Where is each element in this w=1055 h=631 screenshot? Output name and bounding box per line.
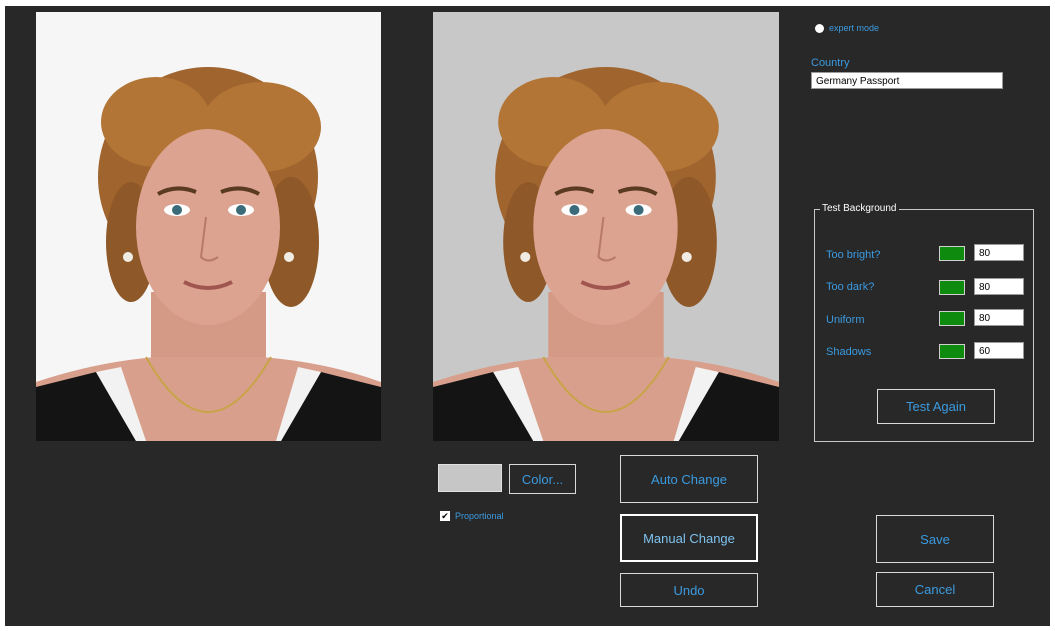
proportional-checkbox[interactable]: ✔ Proportional xyxy=(440,511,504,521)
country-field[interactable]: Germany Passport xyxy=(811,72,1003,89)
proportional-label: Proportional xyxy=(455,511,504,521)
shadows-threshold-input[interactable]: 60 xyxy=(974,342,1024,359)
checkbox-icon[interactable]: ✔ xyxy=(440,511,450,521)
shadows-label: Shadows xyxy=(826,346,872,358)
too-dark-threshold-input[interactable]: 80 xyxy=(974,278,1024,295)
undo-button[interactable]: Undo xyxy=(620,573,758,607)
country-label: Country xyxy=(811,57,850,69)
radio-icon[interactable] xyxy=(815,23,824,33)
manual-change-button[interactable]: Manual Change xyxy=(620,514,758,562)
cancel-button[interactable]: Cancel xyxy=(876,572,994,607)
uniform-label: Uniform xyxy=(826,314,865,326)
uniform-status-indicator xyxy=(939,311,965,326)
too-bright-label: Too bright? xyxy=(826,249,881,261)
too-bright-status-indicator xyxy=(939,246,965,261)
app-window: expert mode Country Germany Passport Tes… xyxy=(5,6,1050,626)
shadows-status-indicator xyxy=(939,344,965,359)
test-again-button[interactable]: Test Again xyxy=(877,389,995,424)
expert-mode-radio[interactable]: expert mode xyxy=(815,23,879,33)
too-bright-threshold-input[interactable]: 80 xyxy=(974,244,1024,261)
test-background-title: Test Background xyxy=(820,203,899,214)
background-color-swatch[interactable] xyxy=(438,464,502,492)
expert-mode-label: expert mode xyxy=(829,23,880,33)
too-dark-status-indicator xyxy=(939,280,965,295)
save-button[interactable]: Save xyxy=(876,515,994,563)
uniform-threshold-input[interactable]: 80 xyxy=(974,309,1024,326)
color-picker-button[interactable]: Color... xyxy=(509,464,576,494)
processed-photo xyxy=(433,12,779,441)
original-photo xyxy=(36,12,381,441)
auto-change-button[interactable]: Auto Change xyxy=(620,455,758,503)
too-dark-label: Too dark? xyxy=(826,281,875,293)
